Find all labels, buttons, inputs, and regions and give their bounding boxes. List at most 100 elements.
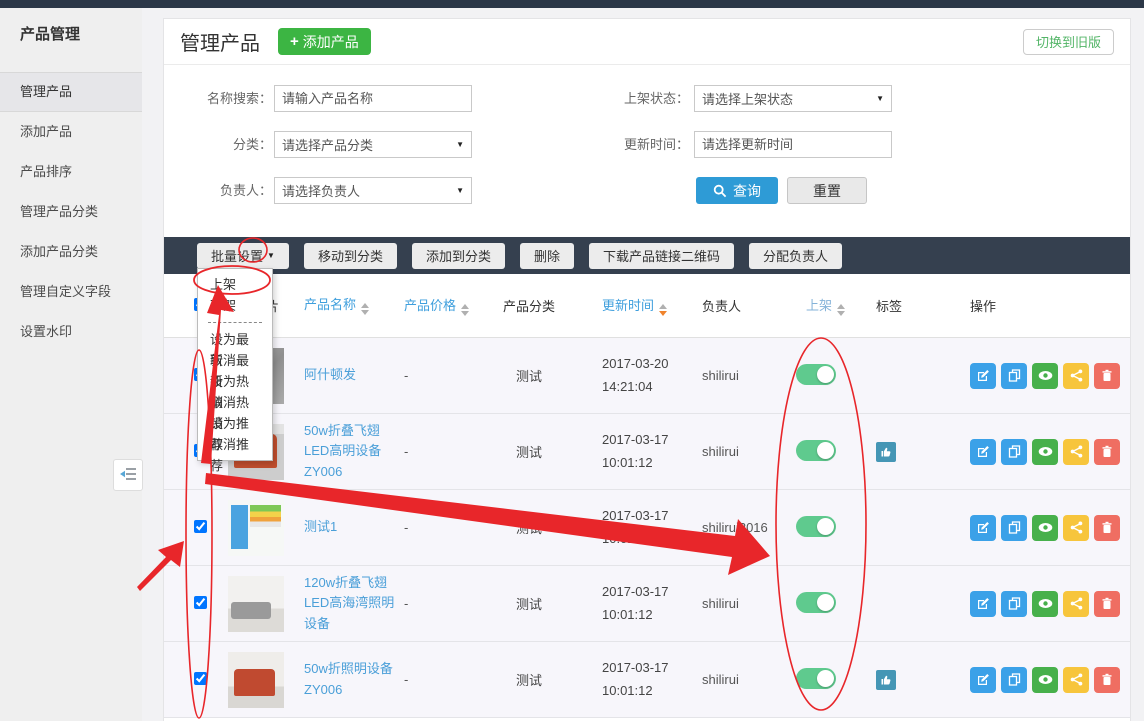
update-time-label: 更新时间：: [586, 131, 689, 158]
menu-item-unset-newest[interactable]: 取消最新: [198, 350, 272, 371]
reset-button[interactable]: 重置: [787, 177, 867, 204]
category-select-value: 请选择产品分类: [282, 135, 373, 154]
row-actions: [946, 591, 1130, 617]
product-image[interactable]: [228, 500, 284, 556]
sidebar-item-add-category[interactable]: 添加产品分类: [0, 232, 142, 272]
row-checkbox[interactable]: [194, 520, 207, 533]
name-search-input[interactable]: [274, 85, 472, 112]
copy-button[interactable]: [1001, 667, 1027, 693]
assign-owner-button[interactable]: 分配负责人: [749, 243, 842, 269]
table-row: 测试1 - 测试 2017-03-17 10:01:12 shilirui201…: [164, 490, 1130, 566]
share-button[interactable]: [1063, 591, 1089, 617]
sidebar-item-watermark[interactable]: 设置水印: [0, 312, 142, 352]
copy-button[interactable]: [1001, 363, 1027, 389]
product-name-link[interactable]: 测试1: [304, 519, 337, 534]
delete-row-button[interactable]: [1094, 363, 1120, 389]
caret-down-icon: ▼: [876, 94, 884, 103]
menu-item-on-shelf[interactable]: 上架: [198, 274, 272, 295]
row-checkbox[interactable]: [194, 596, 207, 609]
column-header-on-shelf[interactable]: 上架: [784, 295, 846, 316]
top-bar: [0, 0, 1144, 8]
edit-button[interactable]: [970, 439, 996, 465]
product-name-link[interactable]: 阿什顿发: [304, 367, 356, 382]
name-search-label: 名称搜索：: [169, 85, 272, 112]
product-price: -: [404, 672, 474, 687]
product-price: -: [404, 444, 474, 459]
collapse-sidebar-button[interactable]: [113, 459, 143, 491]
view-button[interactable]: [1032, 515, 1058, 541]
sidebar-item-manage-categories[interactable]: 管理产品分类: [0, 192, 142, 232]
view-button[interactable]: [1032, 439, 1058, 465]
column-header-name[interactable]: 产品名称: [304, 295, 404, 315]
update-time-input[interactable]: [694, 131, 892, 158]
status-select[interactable]: 请选择上架状态 ▼: [694, 85, 892, 112]
add-product-button[interactable]: + 添加产品: [278, 28, 371, 55]
caret-down-icon: ▼: [456, 186, 464, 195]
edit-button[interactable]: [970, 591, 996, 617]
delete-row-button[interactable]: [1094, 667, 1120, 693]
column-header-tag: 标签: [846, 296, 946, 315]
search-icon: [713, 184, 727, 198]
product-name-link[interactable]: 50w折叠飞翅LED高明设备ZY006: [304, 423, 381, 478]
category-select[interactable]: 请选择产品分类 ▼: [274, 131, 472, 158]
product-name-link[interactable]: 120w折叠飞翅LED高海湾照明设备: [304, 575, 394, 630]
batch-settings-button[interactable]: 批量设置 ▼: [197, 243, 289, 269]
column-header-updated-label: 更新时间: [602, 298, 654, 313]
view-button[interactable]: [1032, 591, 1058, 617]
share-button[interactable]: [1063, 363, 1089, 389]
add-product-label: 添加产品: [303, 32, 359, 52]
page-title: 管理产品: [180, 27, 260, 56]
add-to-category-button[interactable]: 添加到分类: [412, 243, 505, 269]
view-button[interactable]: [1032, 363, 1058, 389]
owner-select[interactable]: 请选择负责人 ▼: [274, 177, 472, 204]
share-button[interactable]: [1063, 667, 1089, 693]
delete-row-button[interactable]: [1094, 439, 1120, 465]
copy-button[interactable]: [1001, 439, 1027, 465]
edit-button[interactable]: [970, 515, 996, 541]
sidebar-item-product-sort[interactable]: 产品排序: [0, 152, 142, 192]
edit-button[interactable]: [970, 667, 996, 693]
on-shelf-toggle[interactable]: [796, 516, 836, 537]
row-actions: [946, 363, 1130, 389]
sort-icon: [461, 304, 469, 316]
menu-item-off-shelf[interactable]: 下架: [198, 295, 272, 316]
edit-button[interactable]: [970, 363, 996, 389]
menu-item-set-hot[interactable]: 设为热销: [198, 371, 272, 392]
product-image[interactable]: [228, 576, 284, 632]
on-shelf-toggle[interactable]: [796, 668, 836, 689]
row-checkbox[interactable]: [194, 672, 207, 685]
sidebar-item-manage-products[interactable]: 管理产品: [0, 72, 142, 112]
menu-item-set-newest[interactable]: 设为最新: [198, 329, 272, 350]
menu-item-unset-hot[interactable]: 取消热销: [198, 392, 272, 413]
share-button[interactable]: [1063, 439, 1089, 465]
delete-row-button[interactable]: [1094, 515, 1120, 541]
on-shelf-toggle[interactable]: [796, 364, 836, 385]
table-row: 50w折照明设备ZY006 - 测试 2017-03-17 10:01:12 s…: [164, 642, 1130, 718]
product-name-link[interactable]: 50w折照明设备ZY006: [304, 661, 393, 696]
row-actions: [946, 667, 1130, 693]
delete-button[interactable]: 删除: [520, 243, 574, 269]
column-header-owner: 负责人: [684, 296, 784, 315]
on-shelf-toggle[interactable]: [796, 440, 836, 461]
menu-item-set-recommend[interactable]: 设为推荐: [198, 413, 272, 434]
switch-to-old-version-button[interactable]: 切换到旧版: [1023, 29, 1114, 55]
menu-item-unset-recommend[interactable]: 取消推荐: [198, 434, 272, 455]
collapse-sidebar-icon: [120, 468, 136, 483]
view-button[interactable]: [1032, 667, 1058, 693]
copy-button[interactable]: [1001, 591, 1027, 617]
share-button[interactable]: [1063, 515, 1089, 541]
sidebar-item-custom-fields[interactable]: 管理自定义字段: [0, 272, 142, 312]
sidebar-item-add-product[interactable]: 添加产品: [0, 112, 142, 152]
delete-row-button[interactable]: [1094, 591, 1120, 617]
product-image[interactable]: [228, 652, 284, 708]
product-updated: 2017-03-17 10:01:12: [584, 429, 684, 473]
column-header-updated[interactable]: 更新时间: [584, 295, 684, 316]
move-to-category-button[interactable]: 移动到分类: [304, 243, 397, 269]
thumb-up-badge: [876, 442, 896, 462]
updated-time: 10:01:12: [602, 680, 684, 702]
search-button[interactable]: 查询: [696, 177, 778, 204]
copy-button[interactable]: [1001, 515, 1027, 541]
download-qrcode-button[interactable]: 下载产品链接二维码: [589, 243, 734, 269]
on-shelf-toggle[interactable]: [796, 592, 836, 613]
column-header-price[interactable]: 产品价格: [404, 295, 474, 316]
